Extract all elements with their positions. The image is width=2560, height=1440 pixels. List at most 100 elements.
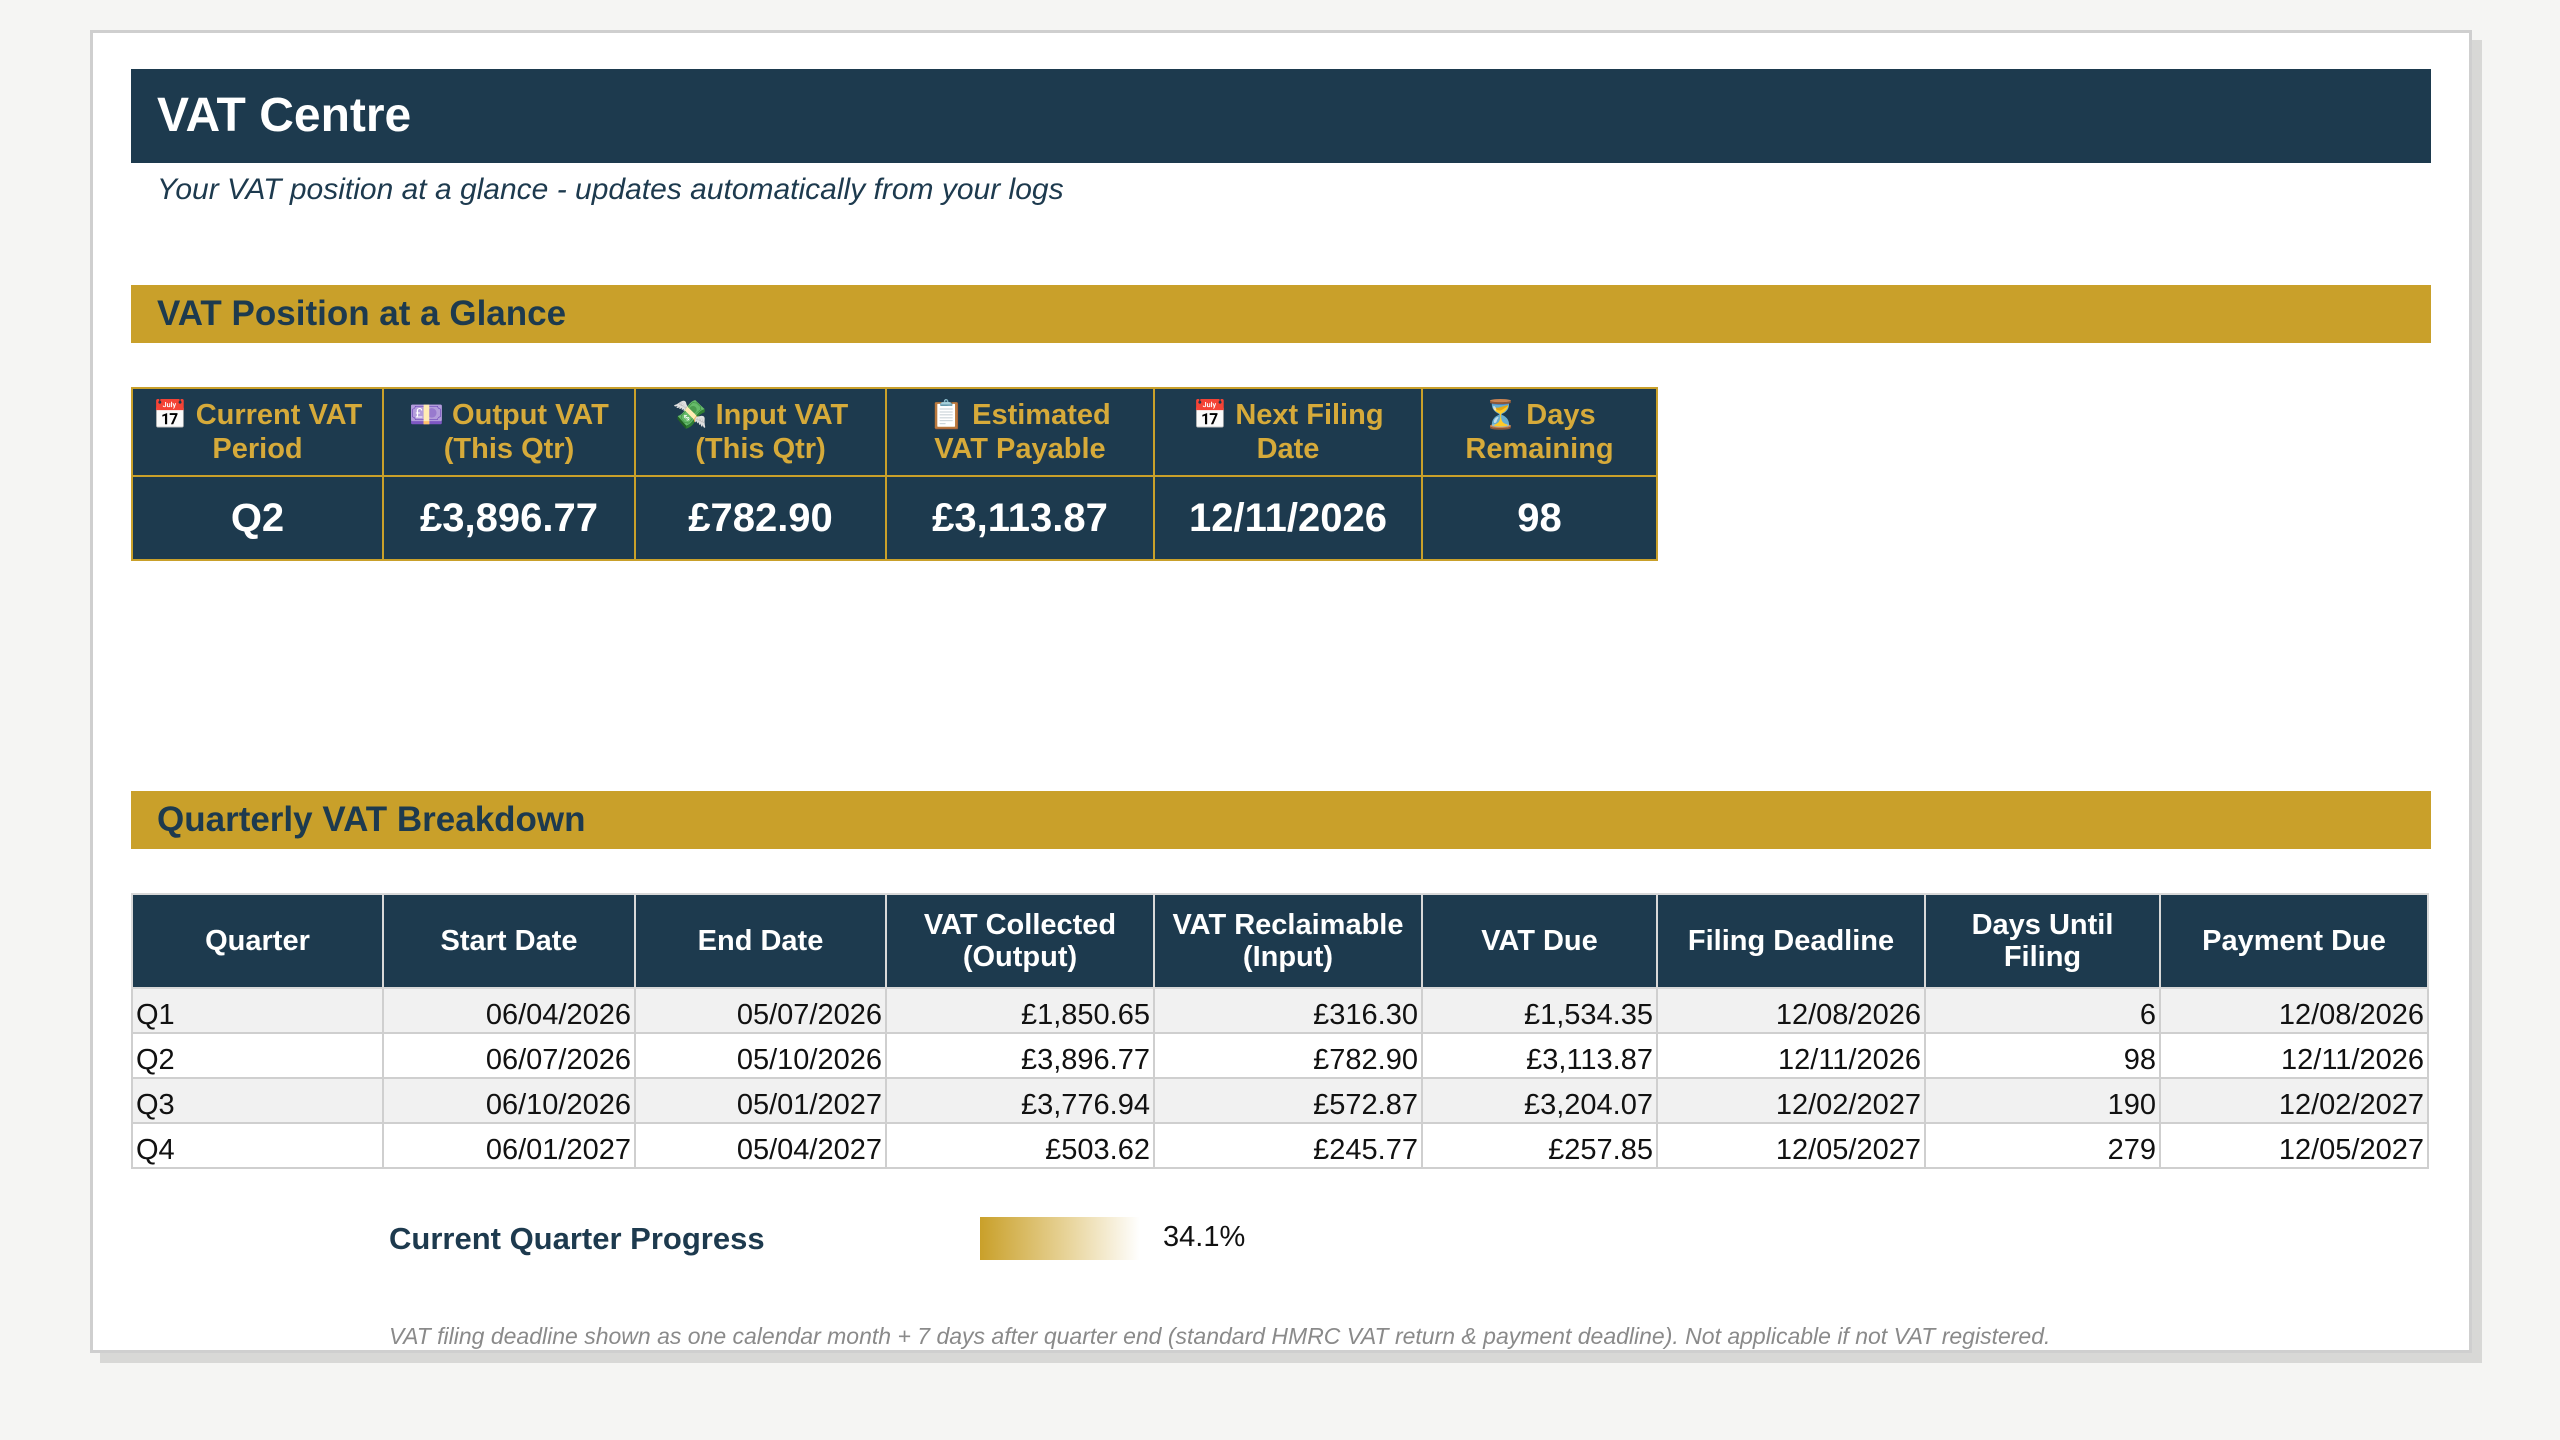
glance-header-cell[interactable]: ⏳ Days Remaining — [1421, 387, 1658, 477]
table-cell[interactable]: 12/02/2027 — [2159, 1077, 2429, 1124]
column-header-label: Quarter — [205, 925, 310, 957]
table-cell[interactable]: £782.90 — [1153, 1032, 1423, 1079]
table-cell[interactable]: £1,534.35 — [1421, 987, 1658, 1034]
column-header[interactable]: End Date — [634, 893, 887, 989]
table-cell[interactable]: Q3 — [131, 1077, 384, 1124]
table-cell[interactable]: £3,113.87 — [1421, 1032, 1658, 1079]
spreadsheet-sheet: VAT Centre Your VAT position at a glance… — [90, 30, 2472, 1353]
banknote-icon: 💷 — [409, 399, 445, 430]
glance-label: Estimated — [972, 399, 1111, 431]
output-vat-value[interactable]: £3,896.77 — [382, 475, 636, 561]
table-cell[interactable]: 06/01/2027 — [382, 1122, 636, 1169]
glance-label: VAT Payable — [934, 433, 1106, 465]
table-cell[interactable]: Q2 — [131, 1032, 384, 1079]
table-cell[interactable]: 05/10/2026 — [634, 1032, 887, 1079]
table-cell[interactable]: 190 — [1924, 1077, 2161, 1124]
table-cell[interactable]: 12/11/2026 — [2159, 1032, 2429, 1079]
estimated-vat-payable-value[interactable]: £3,113.87 — [885, 475, 1155, 561]
glance-label: (This Qtr) — [443, 433, 575, 465]
footnote: VAT filing deadline shown as one calenda… — [389, 1323, 2051, 1349]
table-cell[interactable]: £257.85 — [1421, 1122, 1658, 1169]
column-header-label: (Input) — [1242, 941, 1334, 973]
table-cell[interactable]: £3,896.77 — [885, 1032, 1155, 1079]
column-header-label: Days Until — [1971, 909, 2114, 941]
table-cell[interactable]: £1,850.65 — [885, 987, 1155, 1034]
column-header[interactable]: Payment Due — [2159, 893, 2429, 989]
glance-label: Remaining — [1465, 433, 1614, 465]
progress-label: Current Quarter Progress — [389, 1221, 765, 1256]
table-cell[interactable]: 12/05/2027 — [2159, 1122, 2429, 1169]
breakdown-header-row: Quarter Start Date End Date VAT Collected (O… — [131, 893, 2429, 989]
current-vat-period-value[interactable]: Q2 — [131, 475, 384, 561]
column-header[interactable]: VAT Due — [1421, 893, 1658, 989]
glance-label: Output VAT — [452, 399, 609, 431]
table-cell[interactable]: 05/07/2026 — [634, 987, 887, 1034]
next-filing-date-value[interactable]: 12/11/2026 — [1153, 475, 1423, 561]
breakdown-section-header: Quarterly VAT Breakdown — [131, 791, 2431, 849]
table-cell[interactable]: £572.87 — [1153, 1077, 1423, 1124]
glance-header-cell[interactable]: 💸 Input VAT (This Qtr) — [634, 387, 887, 477]
table-cell[interactable]: Q4 — [131, 1122, 384, 1169]
column-header-label: End Date — [697, 925, 824, 957]
table-cell[interactable]: 05/01/2027 — [634, 1077, 887, 1124]
table-row: Q3 06/10/2026 05/01/2027 £3,776.94 £572.87 £3… — [131, 1077, 2429, 1124]
money-wings-icon: 💸 — [672, 399, 708, 430]
glance-label: Current VAT — [195, 399, 363, 431]
glance-header-cell[interactable]: 📅 Next Filing Date — [1153, 387, 1423, 477]
page-title: VAT Centre — [131, 69, 2431, 163]
table-cell[interactable]: 12/11/2026 — [1656, 1032, 1926, 1079]
column-header[interactable]: Start Date — [382, 893, 636, 989]
quarterly-breakdown-table: Quarter Start Date End Date VAT Collected (O… — [131, 893, 2429, 1169]
table-cell[interactable]: 279 — [1924, 1122, 2161, 1169]
table-cell[interactable]: £316.30 — [1153, 987, 1423, 1034]
glance-section-header: VAT Position at a Glance — [131, 285, 2431, 343]
table-cell[interactable]: £3,204.07 — [1421, 1077, 1658, 1124]
column-header[interactable]: VAT Collected (Output) — [885, 893, 1155, 989]
table-cell[interactable]: 06/10/2026 — [382, 1077, 636, 1124]
breakdown-body: Q1 06/04/2026 05/07/2026 £1,850.65 £316.30 £1… — [131, 987, 2429, 1169]
table-cell[interactable]: Q1 — [131, 987, 384, 1034]
table-cell[interactable]: 05/04/2027 — [634, 1122, 887, 1169]
table-cell[interactable]: 12/08/2026 — [2159, 987, 2429, 1034]
column-header-label: (Output) — [962, 941, 1078, 973]
table-cell[interactable]: £503.62 — [885, 1122, 1155, 1169]
glance-header-row: 📅 Current VAT Period 💷 Output VAT (This Qtr)… — [131, 387, 1658, 477]
table-cell[interactable]: £245.77 — [1153, 1122, 1423, 1169]
table-cell[interactable]: 06/04/2026 — [382, 987, 636, 1034]
table-cell[interactable]: £3,776.94 — [885, 1077, 1155, 1124]
glance-label: (This Qtr) — [695, 433, 826, 465]
table-row: Q2 06/07/2026 05/10/2026 £3,896.77 £782.90 £3… — [131, 1032, 2429, 1079]
glance-header-cell[interactable]: 📅 Current VAT Period — [131, 387, 384, 477]
sheet-content: VAT Centre Your VAT position at a glance… — [131, 69, 2431, 1349]
hourglass-icon: ⏳ — [1483, 399, 1519, 430]
days-remaining-value[interactable]: 98 — [1421, 475, 1658, 561]
table-cell[interactable]: 12/08/2026 — [1656, 987, 1926, 1034]
column-header[interactable]: VAT Reclaimable (Input) — [1153, 893, 1423, 989]
progress-bar — [980, 1217, 1140, 1260]
table-row: Q1 06/04/2026 05/07/2026 £1,850.65 £316.30 £1… — [131, 987, 2429, 1034]
table-cell[interactable]: 12/05/2027 — [1656, 1122, 1926, 1169]
column-header-label: Filing — [2003, 941, 2082, 973]
table-cell[interactable]: 6 — [1924, 987, 2161, 1034]
table-cell[interactable]: 98 — [1924, 1032, 2161, 1079]
glance-label: Input VAT — [715, 399, 849, 431]
vat-glance-table: 📅 Current VAT Period 💷 Output VAT (This Qtr)… — [131, 387, 1658, 561]
column-header-label: VAT Reclaimable — [1172, 909, 1404, 941]
column-header-label: Start Date — [440, 925, 578, 957]
glance-label: Period — [212, 433, 303, 465]
calendar-icon: 📅 — [1192, 399, 1228, 430]
glance-header-cell[interactable]: 💷 Output VAT (This Qtr) — [382, 387, 636, 477]
column-header[interactable]: Quarter — [131, 893, 384, 989]
glance-header-cell[interactable]: 📋 Estimated VAT Payable — [885, 387, 1155, 477]
column-header[interactable]: Filing Deadline — [1656, 893, 1926, 989]
clipboard-icon: 📋 — [929, 399, 965, 430]
column-header-label: Payment Due — [2202, 925, 2386, 957]
column-header-label: VAT Due — [1481, 925, 1598, 957]
input-vat-value[interactable]: £782.90 — [634, 475, 887, 561]
column-header-label: VAT Collected — [923, 909, 1117, 941]
table-cell[interactable]: 12/02/2027 — [1656, 1077, 1926, 1124]
glance-label: Next Filing — [1235, 399, 1384, 431]
column-header[interactable]: Days Until Filing — [1924, 893, 2161, 989]
table-cell[interactable]: 06/07/2026 — [382, 1032, 636, 1079]
progress-percent: 34.1% — [1163, 1221, 1246, 1253]
